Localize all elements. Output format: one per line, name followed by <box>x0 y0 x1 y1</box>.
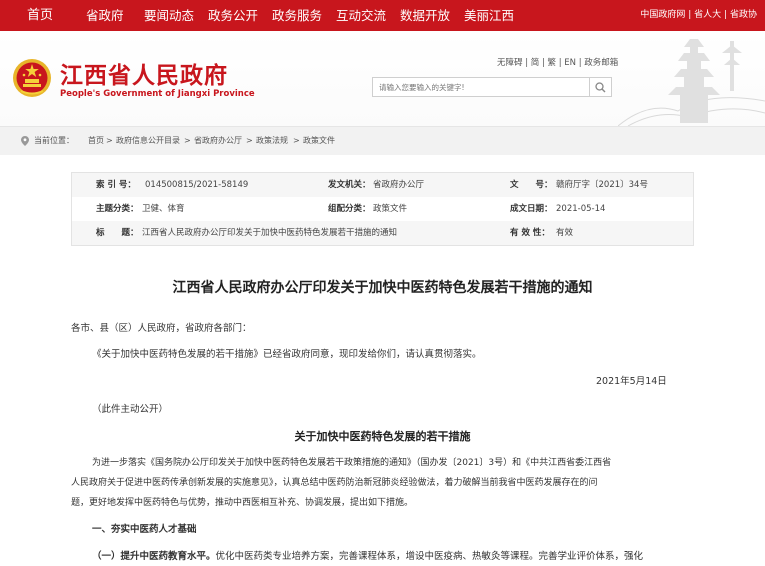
topic-label: 主题分类： <box>96 204 139 214</box>
nav-home[interactable]: 首页 <box>27 0 53 31</box>
nav-beautiful-jiangxi[interactable]: 美丽江西 <box>464 0 514 31</box>
date-value: 2021-05-14 <box>556 204 606 214</box>
document-title: 江西省人民政府办公厅印发关于加快中医药特色发展若干措施的通知 <box>172 280 593 296</box>
top-link-separator: | <box>688 10 692 20</box>
search-button[interactable] <box>590 77 612 97</box>
salutation: 各市、县（区）人民政府，省政府各部门： <box>71 323 252 334</box>
info-row: 索 引 号： 014500815/2021-58149 发文机关： 省政府办公厅… <box>72 173 693 197</box>
breadcrumb-home[interactable]: 首页 <box>88 127 104 155</box>
top-link-separator: | <box>724 10 728 20</box>
site-subtitle: People's Government of Jiangxi Province <box>60 89 255 99</box>
topic-value: 卫健、体育 <box>142 204 185 214</box>
nav-news[interactable]: 要闻动态 <box>144 0 194 31</box>
breadcrumb-label: 当前位置： <box>34 136 74 145</box>
issuer-label: 发文机关： <box>328 180 371 190</box>
breadcrumb-general-office[interactable]: 省政府办公厅 <box>194 127 242 155</box>
site-title[interactable]: 江西省人民政府 <box>60 56 228 90</box>
link-provincial-congress[interactable]: 省人大 <box>694 10 721 20</box>
language-links[interactable]: 无障碍 | 简 | 繁 | EN | 政务邮箱 <box>497 56 618 68</box>
breadcrumb-separator: > <box>106 136 113 145</box>
intro-line: 题，更好地发挥中医药特色与优势，推动中西医相互补充、协调发展，提出如下措施。 <box>71 498 414 508</box>
national-emblem-icon <box>13 59 51 97</box>
info-row: 主题分类： 卫健、体育 组配分类： 政策文件 成文日期： 2021-05-14 <box>72 197 693 221</box>
category-label: 组配分类： <box>328 204 371 214</box>
location-pin-icon <box>21 136 29 146</box>
nav-interaction[interactable]: 互动交流 <box>336 0 386 31</box>
index-number-label: 索 引 号： <box>96 180 136 190</box>
document-info-table: 索 引 号： 014500815/2021-58149 发文机关： 省政府办公厅… <box>71 172 694 246</box>
public-note: （此件主动公开） <box>92 404 169 415</box>
nav-open-data[interactable]: 数据开放 <box>400 0 450 31</box>
nav-provincial-government[interactable]: 省政府 <box>86 0 124 31</box>
date-label: 成文日期： <box>510 204 553 214</box>
top-right-links: 中国政府网 | 省人大 | 省政协 <box>640 0 757 31</box>
info-row: 标 题： 江西省人民政府办公厅印发关于加快中医药特色发展若干措施的通知 有 效 … <box>72 221 693 245</box>
index-number-value: 014500815/2021-58149 <box>145 180 249 190</box>
category-value: 政策文件 <box>373 204 408 214</box>
search-input[interactable] <box>372 77 590 97</box>
validity-value: 有效 <box>556 228 574 238</box>
intro-line: 人民政府关于促进中医药传承创新发展的实施意见》，认真总结中医药防治新冠肺炎经验做… <box>71 478 598 488</box>
breadcrumb-separator: > <box>184 136 191 145</box>
item-lead: （一）提升中医药教育水平。 <box>92 551 216 562</box>
breadcrumb: 当前位置： 首页 > 政府信息公开目录 > 省政府办公厅 > 政策法规 > 政策… <box>0 127 765 155</box>
breadcrumb-info-catalog[interactable]: 政府信息公开目录 <box>116 127 180 155</box>
nav-gov-services[interactable]: 政务服务 <box>272 0 322 31</box>
pavilion-illustration <box>618 39 765 126</box>
doc-number-value: 赣府厅字〔2021〕34号 <box>556 180 648 190</box>
issuer-value: 省政府办公厅 <box>373 180 425 190</box>
issue-date: 2021年5月14日 <box>596 376 667 387</box>
link-china-gov[interactable]: 中国政府网 <box>640 10 685 20</box>
validity-label: 有 效 性： <box>510 228 550 238</box>
item-text: 优化中医药类专业培养方案，完善课程体系，增设中医疫病、热敏灸等课程。完善学业评价… <box>215 551 644 562</box>
intro-line: 为进一步落实《国务院办公厅印发关于加快中医药特色发展若干政策措施的通知》（国办发… <box>92 458 612 468</box>
breadcrumb-separator: > <box>293 136 300 145</box>
nav-gov-affairs-open[interactable]: 政务公开 <box>208 0 258 31</box>
breadcrumb-policy-docs[interactable]: 政策文件 <box>303 127 335 155</box>
top-nav: 首页 省政府 要闻动态 政务公开 政务服务 互动交流 数据开放 美丽江西 中国政… <box>0 0 765 31</box>
link-provincial-cppcc[interactable]: 省政协 <box>730 10 757 20</box>
body-paragraph: 《关于加快中医药特色发展的若干措施》已经省政府同意，现印发给你们，请认真贯彻落实… <box>92 349 482 360</box>
title-value: 江西省人民政府办公厅印发关于加快中医药特色发展若干措施的通知 <box>142 228 398 238</box>
section-heading: 一、夯实中医药人才基础 <box>92 524 197 535</box>
site-header: 江西省人民政府 People's Government of Jiangxi P… <box>0 31 765 127</box>
title-label: 标 题： <box>96 228 139 238</box>
doc-number-label: 文 号： <box>510 180 553 190</box>
search-icon <box>595 82 606 93</box>
breadcrumb-regulations[interactable]: 政策法规 <box>256 127 288 155</box>
item-paragraph: （一）提升中医药教育水平。优化中医药类专业培养方案，完善课程体系，增设中医疫病、… <box>92 548 643 562</box>
breadcrumb-separator: > <box>246 136 253 145</box>
measures-title: 关于加快中医药特色发展的若干措施 <box>294 430 471 443</box>
